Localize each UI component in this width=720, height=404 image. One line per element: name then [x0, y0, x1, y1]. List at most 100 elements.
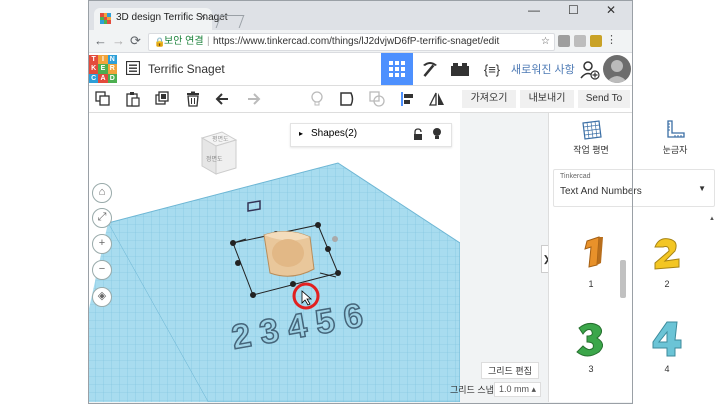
- zoom-in-button[interactable]: +: [92, 234, 112, 254]
- tinkercad-logo[interactable]: T I N K E R C A D: [89, 55, 117, 83]
- url-text: https://www.tinkercad.com/things/lJ2dvjw…: [213, 36, 500, 47]
- viewcube-front-label: 정면도: [206, 155, 223, 163]
- undo-button[interactable]: [214, 90, 232, 108]
- browser-window: 3D design Terrific Snaget × — ☐ ✕ ← → ⟳ …: [88, 0, 719, 404]
- shape-label: 3: [588, 364, 594, 374]
- shape-number-3[interactable]: 3: [561, 318, 621, 374]
- snap-grid-select[interactable]: 1.0 mm ▴: [494, 382, 542, 397]
- avatar[interactable]: [603, 55, 631, 83]
- tab-close-icon[interactable]: ×: [200, 11, 206, 23]
- library-scrollbar[interactable]: [620, 260, 626, 298]
- url-field[interactable]: 🔒 보안 연결 | https://www.tinkercad.com/thin…: [148, 33, 555, 51]
- edit-toolbar: 가져오기 내보내기 Send To: [88, 86, 633, 113]
- number-1-shape-icon: [584, 236, 603, 268]
- shape-icon: [340, 92, 354, 106]
- logo-letter: A: [98, 73, 108, 83]
- duplicate-icon: [155, 91, 169, 105]
- minimize-button[interactable]: —: [528, 3, 540, 17]
- view-cube-icon: 평면도 정면도: [200, 131, 238, 175]
- copy-icon: [95, 91, 110, 106]
- bricks-view-button[interactable]: [444, 53, 476, 85]
- logo-letter: C: [89, 73, 99, 83]
- shape-library-select[interactable]: Tinkercad Text And Numbers ▼: [553, 169, 715, 207]
- edit-grid-button[interactable]: 그리드 편집: [481, 362, 539, 379]
- codeblocks-button[interactable]: {≡}: [476, 53, 508, 85]
- number-2-shape-icon: [654, 238, 680, 270]
- perspective-button[interactable]: ◈: [92, 287, 112, 307]
- shape-number-4[interactable]: 4: [637, 318, 697, 374]
- back-button[interactable]: ←: [94, 33, 107, 48]
- copy-button[interactable]: [94, 90, 112, 108]
- ruler-button[interactable]: 눈금자: [645, 119, 705, 156]
- design-title[interactable]: Terrific Snaget: [148, 62, 225, 76]
- logo-letter: R: [107, 64, 117, 74]
- workplane-button[interactable]: 작업 평면: [561, 119, 621, 156]
- align-button[interactable]: [398, 90, 416, 108]
- viewcube-top-label: 평면도: [212, 135, 229, 143]
- bookmark-star-icon[interactable]: ☆: [541, 34, 550, 50]
- browser-tab[interactable]: 3D design Terrific Snaget ×: [94, 8, 228, 30]
- delete-button[interactable]: [184, 90, 202, 108]
- chevron-down-icon: ▼: [698, 184, 706, 193]
- undo-icon: [215, 93, 228, 105]
- redo-icon: [248, 93, 261, 105]
- 3d-view-button[interactable]: [381, 53, 413, 85]
- number-3-shape-icon: [576, 322, 603, 357]
- minecraft-view-button[interactable]: [414, 53, 446, 85]
- logo-letter: D: [107, 73, 117, 83]
- mirror-button[interactable]: [428, 90, 446, 108]
- extension-icon[interactable]: [558, 35, 570, 47]
- workplane-grid[interactable]: 2 3 4 5 6: [88, 113, 460, 402]
- library-value: Text And Numbers: [560, 186, 642, 197]
- duplicate-button[interactable]: [154, 90, 172, 108]
- home-view-button[interactable]: ⌂: [92, 183, 112, 203]
- whats-new-link[interactable]: 새로워진 사항: [511, 61, 575, 77]
- design-list-icon[interactable]: [126, 61, 140, 75]
- logo-letter: E: [98, 64, 108, 74]
- solid-hole-button[interactable]: [338, 90, 356, 108]
- browser-menu-icon[interactable]: ⋮: [606, 35, 618, 47]
- address-bar-row: ← → ⟳ 🔒 보안 연결 | https://www.tinkercad.co…: [88, 30, 633, 53]
- lightbulb-icon[interactable]: [432, 127, 442, 141]
- tinkercad-favicon-icon: [100, 13, 111, 24]
- snap-grid-value: 1.0 mm: [499, 384, 530, 394]
- reload-button[interactable]: ⟳: [130, 33, 141, 49]
- redo-button[interactable]: [244, 90, 262, 108]
- view-cube[interactable]: 평면도 정면도: [192, 128, 242, 178]
- number-4-shape-icon: [652, 321, 682, 357]
- shapes-panel[interactable]: ▸ Shapes(2): [290, 123, 452, 147]
- fit-view-button[interactable]: ⤢: [92, 208, 112, 228]
- shapes-count-label: Shapes(2): [311, 128, 358, 139]
- zoom-out-button[interactable]: −: [92, 260, 112, 280]
- forward-button[interactable]: →: [112, 33, 125, 48]
- user-silhouette-icon: [606, 60, 628, 83]
- grid-icon: [389, 61, 405, 77]
- workplane-canvas[interactable]: 2 3 4 5 6: [88, 113, 460, 402]
- import-button[interactable]: 가져오기: [462, 90, 516, 108]
- lightbulb-icon: [311, 91, 323, 106]
- logo-letter: T: [89, 55, 99, 65]
- workplane-icon: [582, 120, 602, 140]
- shape-number-2[interactable]: 2: [637, 233, 697, 289]
- extension-icon[interactable]: [590, 35, 602, 47]
- extension-icon[interactable]: [574, 35, 586, 47]
- export-button[interactable]: 내보내기: [520, 90, 574, 108]
- paste-button[interactable]: [124, 90, 142, 108]
- group-button[interactable]: [368, 90, 386, 108]
- title-bar: 3D design Terrific Snaget × — ☐ ✕: [88, 0, 633, 30]
- shapes-library-panel: 작업 평면 눈금자 Tinkercad Text And Numbers ▼ ▲…: [548, 113, 719, 402]
- dice-shape[interactable]: [263, 231, 315, 277]
- add-user-icon[interactable]: [580, 60, 600, 80]
- tab-title: 3D design Terrific Snaget: [116, 12, 228, 23]
- new-tab-button[interactable]: [215, 15, 245, 28]
- shape-number-1[interactable]: 1: [561, 233, 621, 289]
- align-icon: [401, 92, 413, 106]
- maximize-button[interactable]: ☐: [568, 3, 579, 17]
- logo-letter: K: [89, 64, 99, 74]
- scroll-up-icon[interactable]: ▲: [709, 216, 715, 222]
- lock-icon[interactable]: [413, 128, 423, 141]
- send-to-button[interactable]: Send To: [578, 90, 630, 108]
- expand-arrow-icon[interactable]: ▸: [299, 129, 303, 138]
- close-window-button[interactable]: ✕: [606, 3, 616, 17]
- notes-button[interactable]: [308, 90, 326, 108]
